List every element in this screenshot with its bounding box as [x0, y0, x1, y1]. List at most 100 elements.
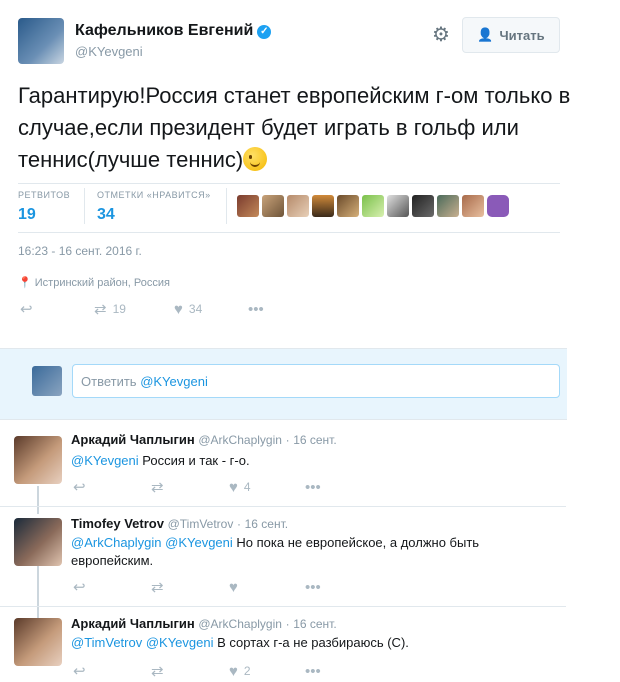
reply-button[interactable]: ↩ [73, 578, 151, 596]
retweets-stat[interactable]: РЕТВИТОВ 19 [18, 190, 70, 224]
heart-icon: ♥ [229, 478, 238, 496]
reply-header: Аркадий Чаплыгин @ArkChaplygin · 16 сент… [71, 432, 337, 447]
reply-mentions[interactable]: @KYevgeni [71, 453, 139, 468]
more-button[interactable]: ••• [305, 579, 321, 596]
reply-time[interactable]: 16 сент. [245, 517, 288, 531]
reply-header: Аркадий Чаплыгин @ArkChaplygin · 16 сент… [71, 616, 337, 631]
reply-input-mention: @KYevgeni [140, 374, 208, 389]
reply-actions: ↩ ⇄ ♥ ••• [73, 578, 321, 597]
more-icon: ••• [305, 578, 321, 596]
reply-author-handle[interactable]: @TimVetrov [168, 517, 234, 531]
tweet-text: Гарантирую!Россия станет европейским г-о… [18, 80, 578, 176]
reply-time[interactable]: 16 сент. [293, 617, 336, 631]
reply-button[interactable]: ↩ [20, 300, 94, 318]
like-button[interactable]: ♥ 2 [229, 663, 305, 680]
liker-avatar[interactable] [287, 195, 309, 217]
author-avatar[interactable] [18, 18, 64, 64]
reply-author-name[interactable]: Аркадий Чаплыгин [71, 616, 195, 631]
likes-stat-value: 34 [97, 206, 115, 223]
like-button[interactable]: ♥ [229, 579, 305, 596]
reply-button[interactable]: ↩ [73, 478, 151, 496]
divider [0, 606, 566, 607]
more-icon: ••• [248, 300, 264, 318]
more-button[interactable]: ••• [305, 663, 321, 680]
retweet-button[interactable]: ⇄ 19 [94, 300, 174, 318]
reply-separator: · [285, 617, 290, 631]
reply-author-avatar[interactable] [14, 518, 62, 566]
likes-stat[interactable]: ОТМЕТКИ «НРАВИТСЯ» 34 [97, 190, 211, 224]
reply-input-placeholder: Ответить [81, 374, 141, 389]
retweet-button[interactable]: ⇄ [151, 478, 229, 496]
heart-icon: ♥ [229, 578, 238, 596]
reply-text-body: Россия и так - г-о. [138, 453, 250, 468]
reply-author-avatar[interactable] [14, 436, 62, 484]
liker-avatar[interactable] [262, 195, 284, 217]
liker-avatar[interactable] [237, 195, 259, 217]
gear-icon[interactable]: ⚙ [430, 24, 452, 46]
author-name[interactable]: Кафельников Евгений ✓ [75, 22, 272, 40]
reply-text: @ArkChaplygin @KYevgeni Но пока не европ… [71, 534, 551, 570]
likes-stat-label: ОТМЕТКИ «НРАВИТСЯ» [97, 190, 211, 200]
more-button[interactable]: ••• [248, 301, 264, 318]
thread-connector [37, 486, 39, 514]
reply-mentions[interactable]: @TimVetrov @KYevgeni [71, 635, 214, 650]
retweet-button[interactable]: ⇄ [151, 662, 229, 680]
reply-button[interactable]: ↩ [73, 662, 151, 680]
follow-button[interactable]: 👤 Читать [462, 17, 560, 53]
liker-avatar[interactable] [462, 195, 484, 217]
author-handle[interactable]: @KYevgeni [75, 44, 143, 59]
tweet-location-text: Истринский район, Россия [34, 277, 170, 289]
liker-avatar[interactable] [437, 195, 459, 217]
divider [0, 506, 566, 507]
reply-actions: ↩ ⇄ ♥ 4 ••• [73, 478, 321, 497]
location-pin-icon: 📍 [18, 277, 32, 289]
reply-text-body: В сортах г-а не разбираюсь (С). [213, 635, 409, 650]
tweet-text-body: Гарантирую!Россия станет европейским г-о… [18, 83, 571, 172]
tweet-location[interactable]: 📍 Истринский район, Россия [18, 276, 170, 289]
reply-text: @KYevgeni Россия и так - г-о. [71, 452, 551, 470]
reply-separator: · [285, 433, 290, 447]
divider [18, 232, 560, 233]
more-icon: ••• [305, 662, 321, 680]
like-button[interactable]: ♥ 4 [229, 479, 305, 496]
liker-avatar[interactable] [487, 195, 509, 217]
retweets-stat-label: РЕТВИТОВ [18, 190, 71, 200]
liker-avatar[interactable] [337, 195, 359, 217]
reply-mentions[interactable]: @ArkChaplygin @KYevgeni [71, 535, 233, 550]
retweet-button[interactable]: ⇄ [151, 578, 229, 596]
reply-author-handle[interactable]: @ArkChaplygin [198, 433, 282, 447]
tweet-timestamp[interactable]: 16:23 - 16 сент. 2016 г. [18, 244, 142, 258]
reply-time[interactable]: 16 сент. [293, 433, 336, 447]
follow-button-label: Читать [499, 27, 545, 43]
reply-author-name[interactable]: Timofey Vetrov [71, 516, 164, 531]
reply-icon: ↩ [73, 663, 86, 680]
heart-icon: ♥ [229, 662, 238, 680]
retweet-icon: ⇄ [151, 663, 164, 680]
reply-author-handle[interactable]: @ArkChaplygin [198, 617, 282, 631]
tweet-actions: ↩ ⇄ 19 ♥ 34 ••• [20, 300, 264, 319]
author-name-text: Кафельников Евгений [75, 22, 254, 39]
liker-avatar[interactable] [362, 195, 384, 217]
heart-icon: ♥ [174, 300, 183, 318]
like-button[interactable]: ♥ 34 [174, 301, 248, 318]
reply-input[interactable]: Ответить @KYevgeni [72, 364, 560, 398]
liker-avatar[interactable] [412, 195, 434, 217]
like-count: 4 [243, 480, 251, 494]
reply-header: Timofey Vetrov @TimVetrov · 16 сент. [71, 516, 288, 531]
reply-text: @TimVetrov @KYevgeni В сортах г-а не раз… [71, 634, 551, 652]
reply-separator: · [236, 517, 241, 531]
thread-connector [37, 566, 39, 618]
like-count: 2 [243, 664, 251, 678]
liker-avatar[interactable] [387, 195, 409, 217]
retweets-stat-value: 19 [18, 206, 36, 223]
liker-avatar[interactable] [312, 195, 334, 217]
more-button[interactable]: ••• [305, 479, 321, 496]
add-person-icon: 👤 [477, 27, 494, 42]
divider [226, 188, 227, 224]
reply-icon: ↩ [20, 301, 33, 318]
reply-author-name[interactable]: Аркадий Чаплыгин [71, 432, 195, 447]
retweet-count: 19 [112, 302, 126, 316]
more-icon: ••• [305, 478, 321, 496]
retweet-icon: ⇄ [151, 479, 164, 496]
reply-author-avatar[interactable] [14, 618, 62, 666]
